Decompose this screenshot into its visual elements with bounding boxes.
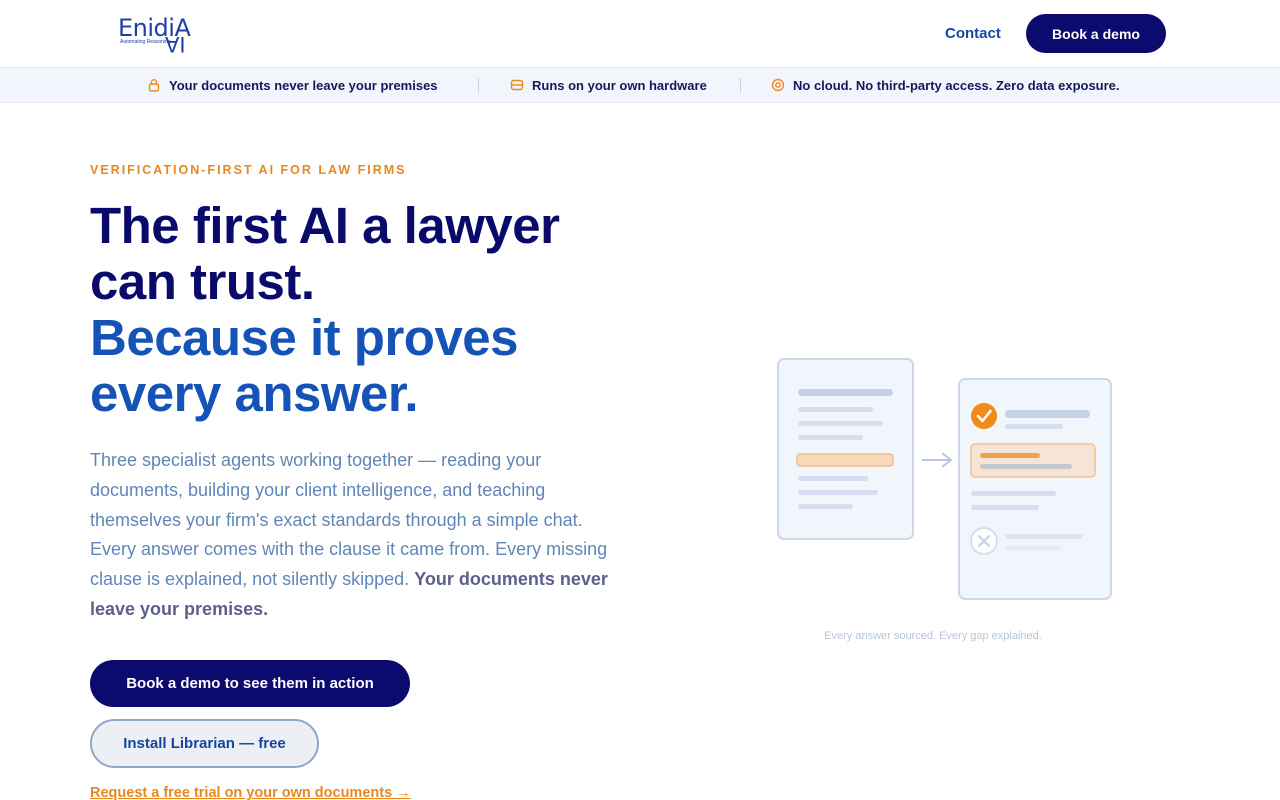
- install-librarian-button[interactable]: Install Librarian — free: [90, 719, 319, 768]
- site-header: EnidiA Automating Reasoning AI Contact B…: [0, 0, 1280, 67]
- strip-divider: [740, 78, 741, 93]
- doc-line: [798, 389, 893, 396]
- server-icon: [510, 79, 524, 91]
- cited-clause-box: [970, 443, 1096, 478]
- trust-strip: Your documents never leave your premises…: [0, 67, 1280, 103]
- lock-icon: [148, 79, 160, 92]
- trust-item-premises: Your documents never leave your premises: [147, 68, 438, 102]
- hero-headline: The first AI a lawyer can trust. Because…: [90, 198, 650, 422]
- doc-line: [798, 407, 873, 412]
- logo-ai-mark: AI: [165, 32, 186, 56]
- answer-line: [1005, 410, 1090, 418]
- strip-divider: [478, 78, 479, 93]
- hero-eyebrow: VERIFICATION-FIRST AI FOR LAW FIRMS: [90, 163, 407, 177]
- gap-line: [1005, 534, 1083, 539]
- shield-icon: [771, 78, 785, 92]
- answer-line: [1005, 424, 1063, 429]
- free-trial-link[interactable]: Request a free trial on your own documen…: [90, 785, 411, 800]
- cited-clause-line: [980, 453, 1040, 458]
- headline-primary: The first AI a lawyer can trust.: [90, 197, 560, 310]
- gap-line: [1005, 546, 1061, 550]
- highlighted-clause: [796, 453, 894, 467]
- trust-item-label: No cloud. No third-party access. Zero da…: [793, 77, 1120, 93]
- book-demo-button[interactable]: Book a demo: [1026, 14, 1166, 53]
- trust-item-hardware: Runs on your own hardware: [510, 68, 707, 102]
- logo-tagline: Automating Reasoning: [120, 39, 171, 45]
- trust-item-label: Runs on your own hardware: [532, 77, 707, 93]
- answer-line: [971, 505, 1039, 510]
- doc-line: [798, 490, 878, 495]
- contact-link[interactable]: Contact: [945, 25, 1001, 43]
- check-icon: [971, 403, 997, 429]
- arrow-right-icon: [922, 452, 953, 468]
- doc-line: [798, 504, 853, 509]
- answer-line: [971, 491, 1056, 496]
- enidia-logo[interactable]: EnidiA Automating Reasoning AI: [118, 15, 191, 56]
- trust-item-no-cloud: No cloud. No third-party access. Zero da…: [771, 68, 1120, 102]
- trust-item-label: Your documents never leave your premises: [169, 77, 438, 93]
- source-document-card: [777, 358, 914, 540]
- verification-illustration: [777, 358, 1112, 600]
- doc-line: [798, 476, 868, 481]
- doc-line: [798, 435, 863, 440]
- book-demo-cta-button[interactable]: Book a demo to see them in action: [90, 660, 410, 707]
- headline-accent: Because it proves every answer.: [90, 309, 519, 422]
- cited-clause-line: [980, 464, 1072, 469]
- hero-lead: Three specialist agents working together…: [90, 446, 610, 625]
- illustration-caption: Every answer sourced. Every gap explaine…: [824, 630, 1042, 642]
- doc-line: [798, 421, 883, 426]
